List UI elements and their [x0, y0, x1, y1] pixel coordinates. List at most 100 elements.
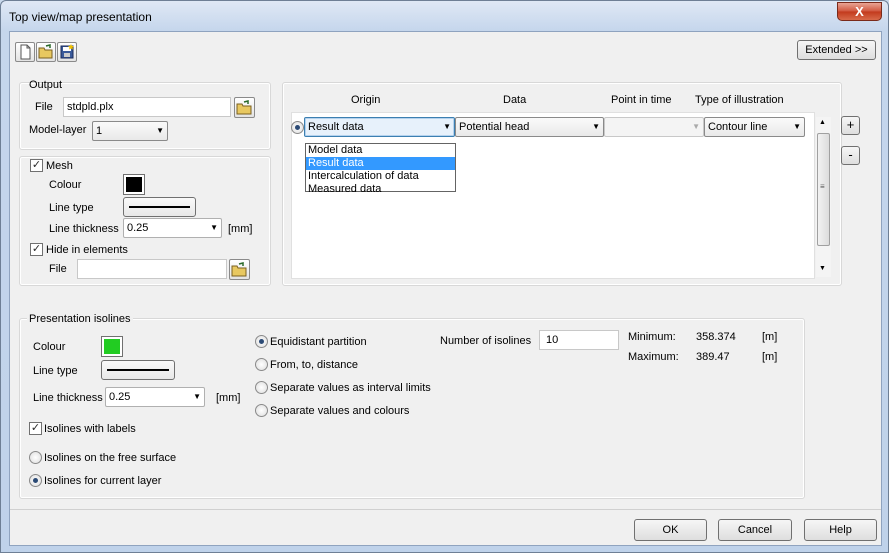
row-select-radio[interactable]: [291, 121, 304, 134]
mesh-line-type-button[interactable]: [123, 197, 196, 217]
interval-limits-radio[interactable]: [255, 381, 268, 394]
isolines-line-thickness-select[interactable]: 0.25 ▼: [105, 387, 205, 407]
extended-button[interactable]: Extended >>: [797, 40, 876, 60]
from-to-distance-radio[interactable]: [255, 358, 268, 371]
open-folder-icon: [236, 100, 252, 115]
isolines-unit-label: [mm]: [216, 392, 241, 404]
maximum-unit: [m]: [762, 351, 778, 363]
values-and-colours-radio[interactable]: [255, 404, 268, 417]
data-value: Potential head: [459, 121, 530, 133]
isolines-line-thickness-label: Line thickness: [33, 392, 103, 404]
interval-limits-label: Separate values as interval limits: [270, 382, 431, 394]
free-surface-radio[interactable]: [29, 451, 42, 464]
model-layer-value: 1: [96, 125, 103, 137]
header-type-of-illustration: Type of illustration: [695, 94, 784, 106]
output-file-field[interactable]: stdpld.plx: [63, 97, 231, 117]
grip-icon: ≡: [820, 182, 825, 191]
mesh-line-type-label: Line type: [49, 202, 94, 214]
mesh-file-label: File: [49, 263, 67, 275]
mesh-line-thickness-select[interactable]: 0.25 ▼: [123, 218, 222, 238]
type-of-illustration-value: Contour line: [708, 121, 768, 133]
close-button[interactable]: X: [837, 2, 882, 21]
number-of-isolines-field[interactable]: 10: [539, 330, 619, 350]
save-file-button[interactable]: [57, 42, 77, 62]
mesh-checkbox[interactable]: ✓: [30, 159, 43, 172]
isolines-labels-checkbox[interactable]: ✓: [29, 422, 42, 435]
chevron-down-icon: ▼: [443, 122, 451, 131]
isolines-line-type-button[interactable]: [101, 360, 175, 380]
chevron-down-icon: ▼: [592, 122, 600, 131]
minimum-value: 358.374: [696, 331, 736, 343]
chevron-down-icon: ▼: [793, 122, 801, 131]
ok-button[interactable]: OK: [634, 519, 707, 541]
point-in-time-select[interactable]: ▼: [604, 117, 704, 137]
type-of-illustration-select[interactable]: Contour line ▼: [704, 117, 805, 137]
isolines-colour-button[interactable]: [101, 336, 123, 357]
mesh-colour-label: Colour: [49, 179, 82, 191]
scroll-down-icon[interactable]: ▼: [819, 265, 826, 272]
help-button[interactable]: Help: [804, 519, 877, 541]
mesh-file-browse-button[interactable]: [229, 259, 250, 280]
model-layer-select[interactable]: 1 ▼: [92, 121, 168, 141]
title-bar[interactable]: Top view/map presentation X: [1, 1, 888, 31]
remove-row-button[interactable]: -: [841, 146, 860, 165]
origin-select[interactable]: Result data ▼: [304, 117, 455, 137]
free-surface-label: Isolines on the free surface: [44, 452, 177, 464]
data-select[interactable]: Potential head ▼: [455, 117, 604, 137]
maximum-value: 389.47: [696, 351, 730, 363]
minimum-label: Minimum:: [628, 331, 676, 343]
origin-dropdown-list: Model data Result data Intercalculation …: [305, 143, 456, 195]
open-folder-icon: [38, 44, 53, 59]
chevron-down-icon: ▼: [193, 392, 201, 401]
header-data: Data: [503, 94, 527, 106]
origin-option-result-data[interactable]: Result data: [306, 157, 455, 170]
origin-option-model-data[interactable]: Model data: [306, 144, 455, 157]
output-file-label: File: [35, 101, 53, 113]
scrollbar-thumb[interactable]: ≡: [817, 133, 830, 246]
open-file-button[interactable]: [36, 42, 56, 62]
isolines-line-thickness-value: 0.25: [109, 391, 131, 403]
isolines-group: [19, 318, 805, 499]
mesh-colour-button[interactable]: [123, 174, 145, 195]
mesh-label: Mesh: [46, 160, 73, 172]
new-file-button[interactable]: [15, 42, 35, 62]
save-disk-icon: [60, 44, 74, 59]
scroll-up-icon[interactable]: ▲: [819, 119, 826, 126]
header-point-in-time: Point in time: [611, 94, 672, 106]
current-layer-radio[interactable]: [29, 474, 42, 487]
values-and-colours-label: Separate values and colours: [270, 405, 410, 417]
chevron-down-icon: ▼: [156, 126, 164, 135]
output-group-label: Output: [29, 79, 63, 91]
isolines-colour-label: Colour: [33, 341, 66, 353]
mesh-unit-label: [mm]: [228, 223, 253, 235]
hide-in-elements-checkbox[interactable]: ✓: [30, 243, 43, 256]
origin-option-intercalculation[interactable]: Intercalculation of data: [306, 170, 455, 183]
current-layer-label: Isolines for current layer: [44, 475, 162, 487]
window-title: Top view/map presentation: [9, 10, 152, 24]
from-to-distance-label: From, to, distance: [270, 359, 359, 371]
equidistant-partition-label: Equidistant partition: [270, 336, 367, 348]
minimum-unit: [m]: [762, 331, 778, 343]
isolines-group-label: Presentation isolines: [27, 313, 133, 325]
mesh-file-field[interactable]: [77, 259, 227, 279]
chevron-down-icon: ▼: [210, 223, 218, 232]
cancel-button[interactable]: Cancel: [718, 519, 792, 541]
output-file-browse-button[interactable]: [234, 97, 255, 118]
chevron-down-icon: ▼: [692, 122, 700, 131]
isolines-labels-label: Isolines with labels: [44, 423, 136, 435]
header-origin: Origin: [351, 94, 381, 106]
number-of-isolines-label: Number of isolines: [440, 335, 532, 347]
mesh-line-thickness-label: Line thickness: [49, 223, 119, 235]
dialog-window: Top view/map presentation X Extended >> …: [0, 0, 889, 553]
dialog-client-area: Extended >> Output File stdpld.plx Model…: [9, 31, 882, 546]
add-row-button[interactable]: +: [841, 116, 860, 135]
isolines-line-type-label: Line type: [33, 365, 78, 377]
equidistant-partition-radio[interactable]: [255, 335, 268, 348]
hide-in-elements-label: Hide in elements: [46, 244, 128, 256]
open-folder-icon: [231, 262, 247, 277]
origin-option-measured-data[interactable]: Measured data: [306, 183, 455, 196]
new-document-icon: [20, 44, 31, 60]
origin-value: Result data: [308, 121, 364, 133]
footer-divider: [10, 509, 881, 510]
table-scrollbar[interactable]: ▲ ≡ ▼: [816, 117, 831, 277]
